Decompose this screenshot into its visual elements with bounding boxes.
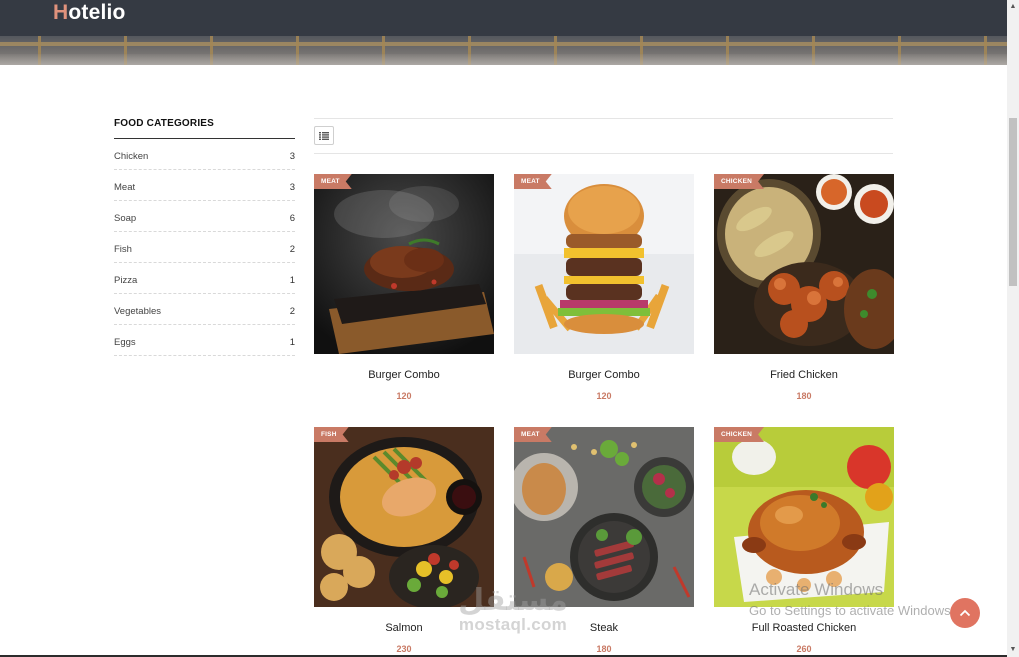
category-item-chicken[interactable]: Chicken 3 xyxy=(114,139,295,170)
category-count: 1 xyxy=(289,336,295,348)
category-tag: CHICKEN xyxy=(714,174,764,189)
chevron-up-icon xyxy=(959,609,971,617)
scroll-up-arrow-icon[interactable]: ▲ xyxy=(1007,0,1019,14)
product-card[interactable]: CHICKEN Full Roasted Chicken 260 xyxy=(714,427,894,654)
product-image-steak-platter[interactable]: MEAT xyxy=(514,427,694,607)
watermark-arabic: مستقل xyxy=(458,583,568,618)
category-label: Pizza xyxy=(114,274,138,286)
category-item-eggs[interactable]: Eggs 1 xyxy=(114,325,295,356)
shop-toolbar xyxy=(314,118,893,154)
scroll-down-arrow-icon[interactable]: ▼ xyxy=(1007,643,1019,657)
product-card[interactable]: CHICKEN Fried Chicken 180 xyxy=(714,174,894,401)
product-name[interactable]: Burger Combo xyxy=(514,369,694,381)
product-image-fried-chicken[interactable]: CHICKEN xyxy=(714,174,894,354)
category-count: 2 xyxy=(289,243,295,255)
category-label: Meat xyxy=(114,181,136,193)
product-name[interactable]: Full Roasted Chicken xyxy=(714,622,894,634)
category-label: Chicken xyxy=(114,150,149,162)
product-card[interactable]: MEAT Burger Combo 120 xyxy=(314,174,494,401)
list-view-button[interactable] xyxy=(314,126,334,145)
product-card[interactable]: MEAT Burger Combo 120 xyxy=(514,174,694,401)
product-price: 180 xyxy=(796,391,812,401)
category-list: Chicken 3 Meat 3 Soap 6 Fish 2 Pizza 1 Vegeta… xyxy=(114,139,295,356)
sidebar-title: FOOD CATEGORIES xyxy=(114,118,295,139)
activate-subtitle: Go to Settings to activate Windows. xyxy=(749,603,955,618)
mostaql-watermark: مستقل mostaql.com xyxy=(448,586,578,634)
category-label: Eggs xyxy=(114,336,136,348)
logo-text: otelio xyxy=(68,1,126,24)
category-item-soap[interactable]: Soap 6 xyxy=(114,201,295,232)
page: Hotelio ▲ ▼ FOOD CATEGORIES Chicken 3 Mea… xyxy=(0,0,1019,657)
category-item-vegetables[interactable]: Vegetables 2 xyxy=(114,294,295,325)
top-navbar: Hotelio xyxy=(0,0,1007,36)
activate-windows-overlay: Activate Windows Go to Settings to activ… xyxy=(749,580,954,619)
scroll-thumb[interactable] xyxy=(1009,118,1017,286)
category-count: 3 xyxy=(289,150,295,162)
food-categories-sidebar: FOOD CATEGORIES Chicken 3 Meat 3 Soap 6 Fis… xyxy=(114,118,295,356)
product-image-steak-board[interactable]: MEAT xyxy=(314,174,494,354)
product-price: 120 xyxy=(396,391,412,401)
category-count: 6 xyxy=(289,212,295,224)
product-price: 120 xyxy=(596,391,612,401)
category-item-pizza[interactable]: Pizza 1 xyxy=(114,263,295,294)
product-price: 230 xyxy=(396,644,412,654)
logo-accent-letter: H xyxy=(53,1,69,24)
product-name[interactable]: Burger Combo xyxy=(314,369,494,381)
product-price: 260 xyxy=(796,644,812,654)
product-price: 180 xyxy=(596,644,612,654)
category-count: 3 xyxy=(289,181,295,193)
category-item-meat[interactable]: Meat 3 xyxy=(114,170,295,201)
product-image-salmon[interactable]: FISH xyxy=(314,427,494,607)
activate-title: Activate Windows xyxy=(749,580,884,599)
category-count: 2 xyxy=(289,305,295,317)
page-scrollbar[interactable]: ▲ ▼ xyxy=(1007,0,1019,657)
category-tag: CHICKEN xyxy=(714,427,764,442)
site-logo[interactable]: Hotelio xyxy=(53,1,126,25)
back-to-top-button[interactable] xyxy=(950,598,980,628)
product-name[interactable]: Fried Chicken xyxy=(714,369,894,381)
category-label: Fish xyxy=(114,243,132,255)
category-count: 1 xyxy=(289,274,295,286)
hero-banner-image xyxy=(0,36,1007,65)
product-image-burger[interactable]: MEAT xyxy=(514,174,694,354)
list-view-icon xyxy=(319,131,329,140)
category-label: Vegetables xyxy=(114,305,162,317)
category-item-fish[interactable]: Fish 2 xyxy=(114,232,295,263)
watermark-latin: mostaql.com xyxy=(458,615,568,634)
category-label: Soap xyxy=(114,212,137,224)
